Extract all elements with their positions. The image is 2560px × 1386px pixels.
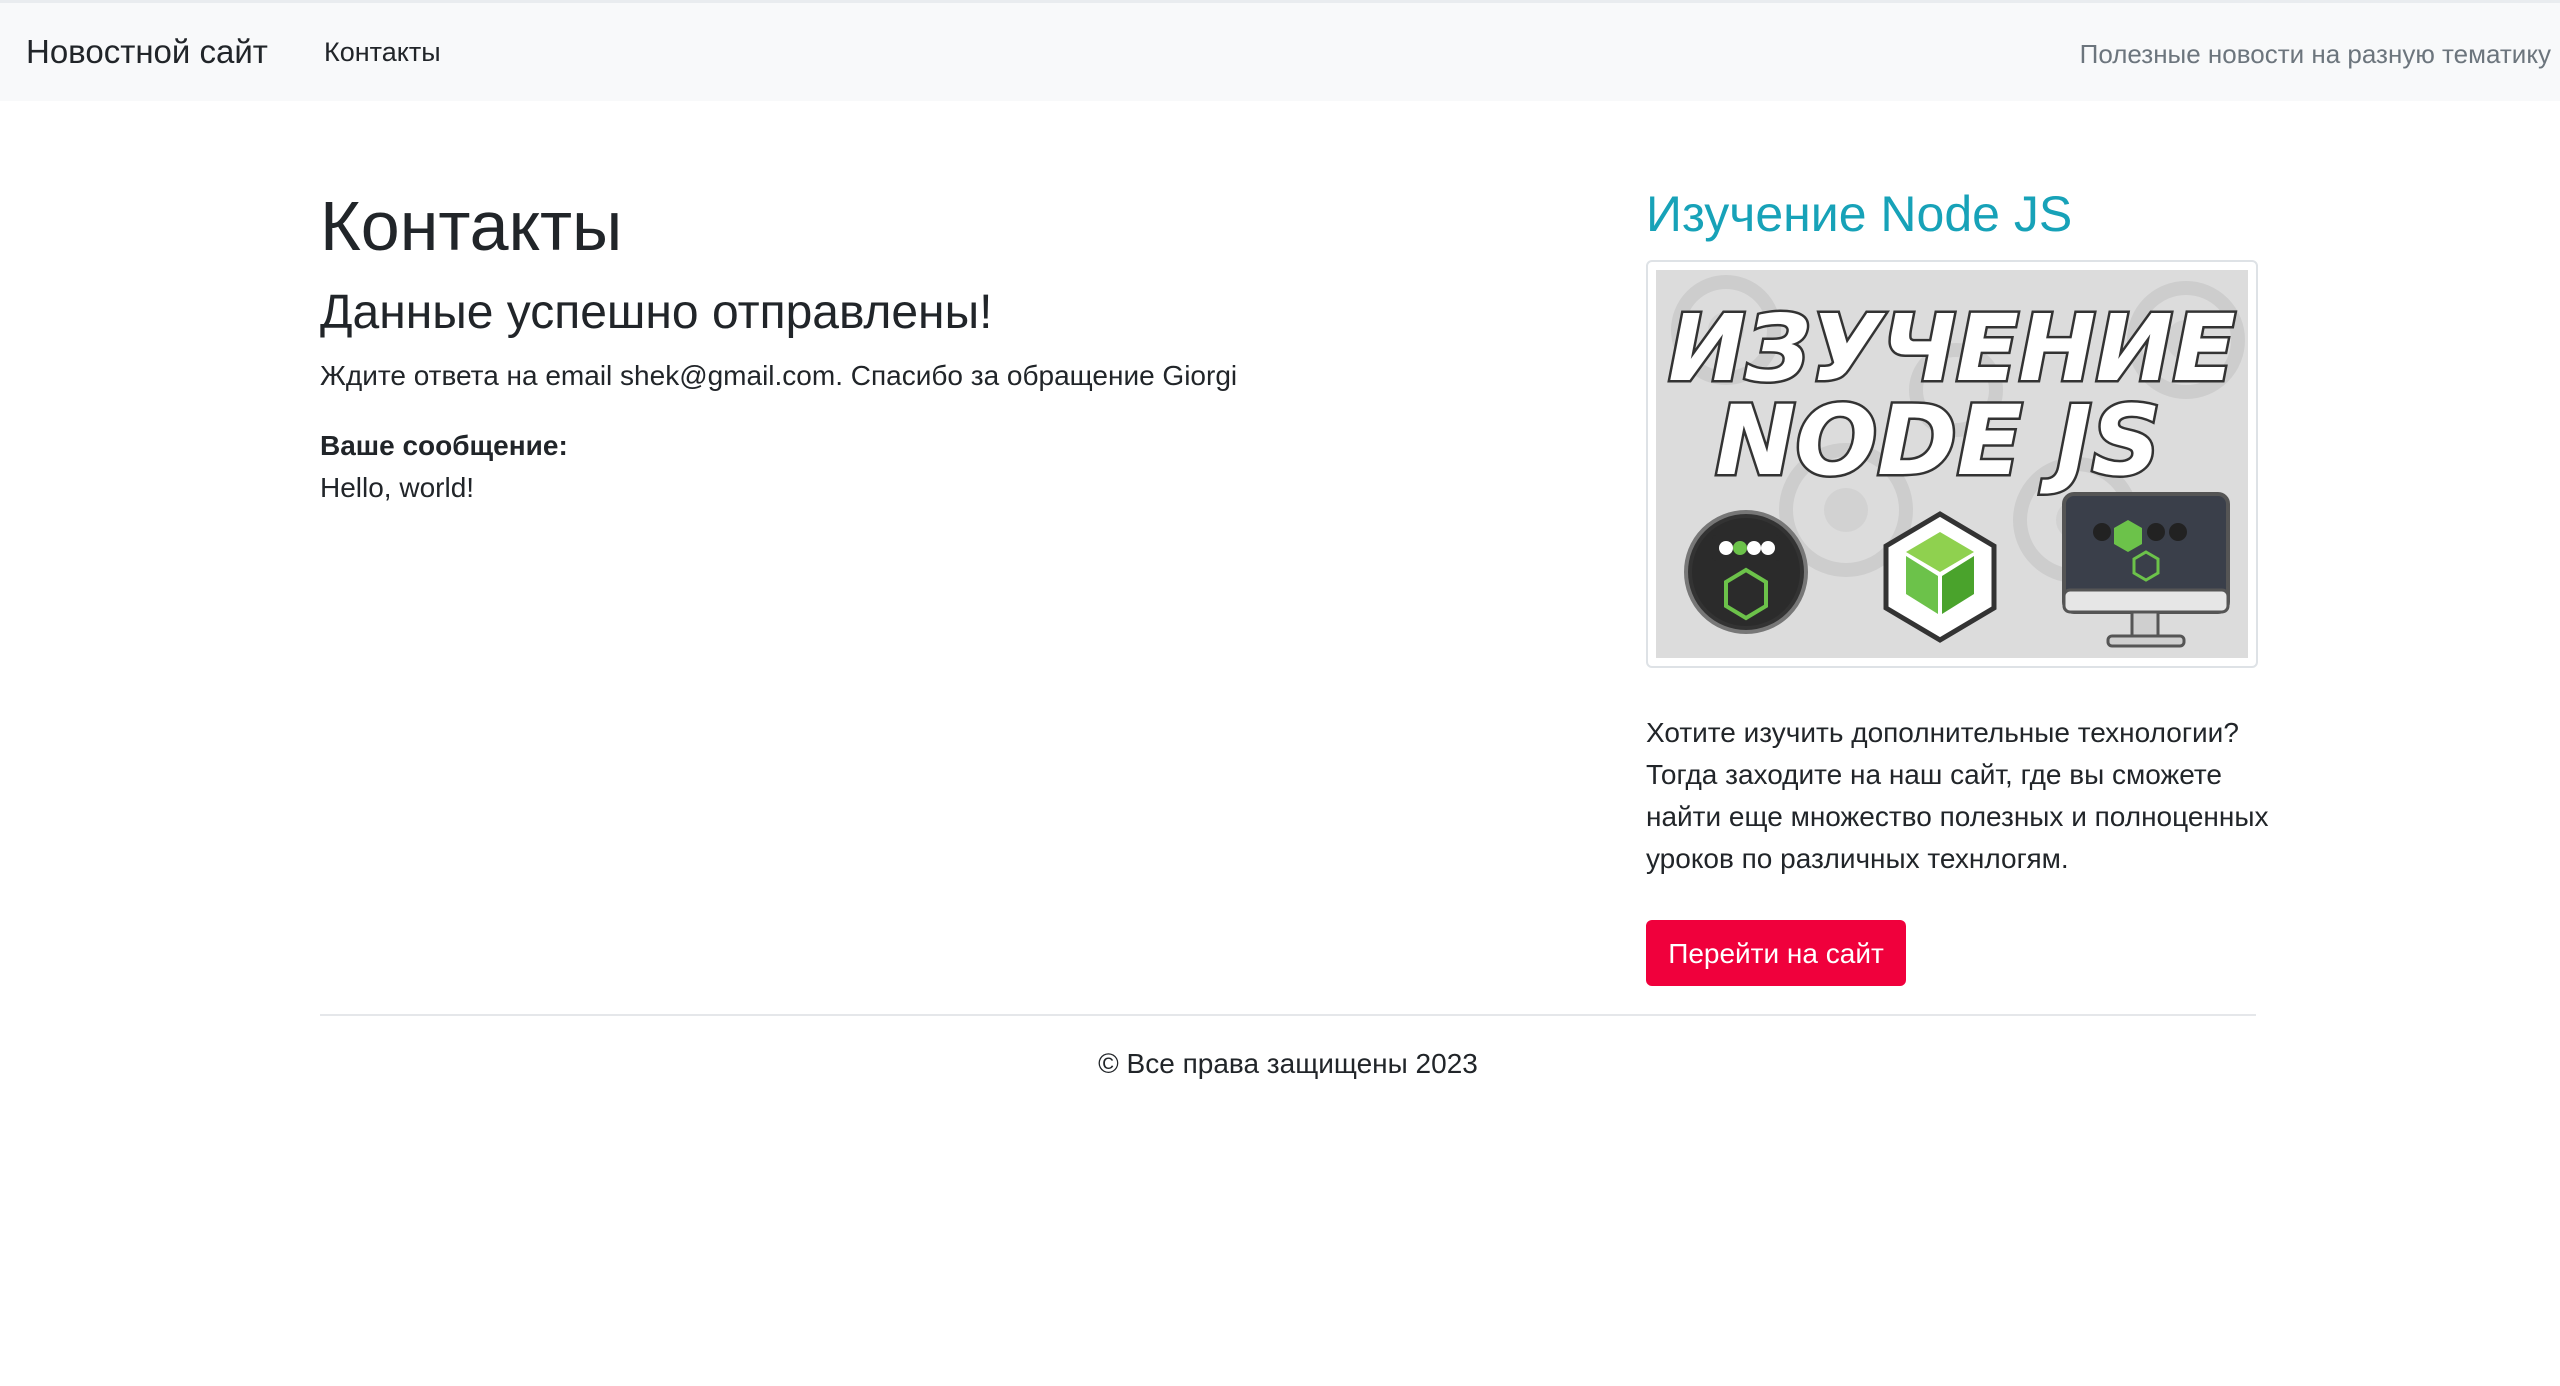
go-to-site-button[interactable]: Перейти на сайт	[1646, 920, 1906, 986]
message-label: Ваше сообщение:	[320, 430, 568, 461]
page-title: Контакты	[320, 187, 623, 265]
success-heading: Данные успешно отправлены!	[320, 286, 993, 339]
nav-link-contacts[interactable]: Контакты	[324, 37, 441, 68]
course-image: ИЗУЧЕНИЕ NODE JS	[1646, 260, 2258, 668]
navbar: Новостной сайт Контакты Полезные новости…	[0, 0, 2560, 101]
image-title-line2: NODE JS	[1715, 385, 2161, 497]
navbar-tagline: Полезные новости на разную тематику	[2079, 39, 2551, 69]
brand-link[interactable]: Новостной сайт	[26, 33, 268, 71]
reply-notice: Ждите ответа на email shek@gmail.com. Сп…	[320, 360, 1238, 391]
message-body: Hello, world!	[320, 472, 475, 503]
sidebar-title: Изучение Node JS	[1646, 186, 2073, 242]
sidebar-description-text: Хотите изучить дополнительные технологии…	[1646, 717, 2269, 874]
footer-copyright: © Все права защищены 2023	[1098, 1048, 1478, 1079]
node-badge-icon	[1684, 510, 1808, 634]
sidebar-description: Хотите изучить дополнительные технологии…	[1646, 712, 2286, 880]
footer-divider	[320, 1014, 2256, 1016]
